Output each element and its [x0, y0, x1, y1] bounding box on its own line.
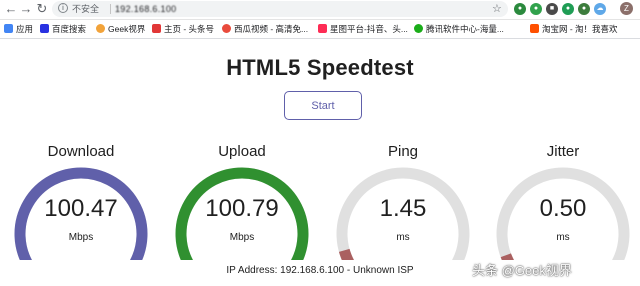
- bookmark-apps[interactable]: 应用: [4, 20, 33, 38]
- toutiao-icon: [152, 24, 161, 33]
- taobao-icon: [530, 24, 539, 33]
- gauge-label: Download: [47, 143, 115, 160]
- bookmark-label: 百度搜索: [52, 24, 87, 34]
- bookmark-label: 西瓜视频 - 高清免...: [234, 24, 309, 34]
- bookmark-label: 应用: [16, 24, 34, 34]
- gauge-unit: ms: [556, 232, 570, 243]
- xingtu-icon: [318, 24, 327, 33]
- bookmark-xigua[interactable]: 西瓜视频 - 高清免...: [222, 20, 308, 38]
- gauge-value: 0.50: [539, 195, 587, 222]
- gauge-unit: ms: [396, 232, 410, 243]
- apps-grid-icon: [4, 24, 13, 33]
- bookmark-taobao[interactable]: 淘宝网 - 淘！我喜欢: [530, 20, 618, 38]
- bookmark-star-icon[interactable]: ☆: [492, 1, 502, 17]
- bookmark-geek[interactable]: Geek视界: [96, 20, 145, 38]
- gauge-value: 100.79: [205, 195, 279, 222]
- upload-gauge: Upload 100.79 Mbps: [172, 140, 312, 260]
- bookmark-label: Geek视界: [108, 24, 146, 34]
- gauge-label: Upload: [218, 143, 266, 160]
- back-arrow-icon[interactable]: ←: [4, 1, 18, 17]
- bookmark-xingtu[interactable]: 星图平台-抖音、头...: [318, 20, 408, 38]
- geek-logo-icon: [96, 24, 105, 33]
- cloud-extension-icon[interactable]: ☁: [594, 3, 606, 15]
- browser-toolbar: ← → ↻ i 不安全 192.168.6.100 ☆ ● ● ■ ● ● ☁ …: [0, 0, 640, 20]
- reload-icon[interactable]: ↻: [35, 1, 49, 17]
- gauge-unit: Mbps: [229, 232, 255, 243]
- bookmark-tencent[interactable]: 腾讯软件中心-海量...: [414, 20, 504, 38]
- bookmark-label: 腾讯软件中心-海量...: [426, 24, 504, 34]
- watermark: 头条 @Geek视界: [472, 263, 572, 278]
- bookmark-toutiao[interactable]: 主页 - 头条号: [152, 20, 214, 38]
- address-bar[interactable]: i 不安全 192.168.6.100 ☆: [52, 1, 508, 17]
- url-text[interactable]: 192.168.6.100: [115, 1, 176, 17]
- bookmark-label: 主页 - 头条号: [164, 24, 215, 34]
- profile-avatar[interactable]: Z: [620, 2, 633, 15]
- extension-icon[interactable]: ■: [546, 3, 558, 15]
- gauge-value: 100.47: [44, 195, 118, 222]
- start-button[interactable]: Start: [284, 91, 362, 120]
- security-label[interactable]: 不安全: [72, 1, 99, 17]
- forward-arrow-icon[interactable]: →: [19, 1, 33, 17]
- tencent-icon: [414, 24, 423, 33]
- page-title: HTML5 Speedtest: [226, 55, 414, 80]
- extension-icon[interactable]: ●: [562, 3, 574, 15]
- gauge-fill: [500, 253, 514, 260]
- extension-icon[interactable]: ●: [578, 3, 590, 15]
- gauge-fill: [338, 248, 354, 260]
- baidu-paw-icon: [40, 24, 49, 33]
- download-gauge: Download 100.47 Mbps: [11, 140, 151, 260]
- jitter-gauge: Jitter 0.50 ms: [493, 140, 633, 260]
- bookmark-baidu[interactable]: 百度搜索: [40, 20, 86, 38]
- info-icon[interactable]: i: [58, 3, 68, 13]
- gauge-label: Ping: [387, 143, 419, 160]
- gauge-value: 1.45: [379, 195, 427, 222]
- extension-icon[interactable]: ●: [530, 3, 542, 15]
- bookmark-label: 星图平台-抖音、头...: [330, 24, 408, 34]
- xigua-icon: [222, 24, 231, 33]
- extension-icon[interactable]: ●: [514, 3, 526, 15]
- bookmark-label: 淘宝网 - 淘！我喜欢: [542, 24, 618, 34]
- bookmarks-bar: 应用 百度搜索 Geek视界 主页 - 头条号 西瓜视频 - 高清免... 星图…: [0, 20, 640, 39]
- gauge-unit: Mbps: [68, 232, 94, 243]
- gauge-label: Jitter: [546, 143, 580, 160]
- ping-gauge: Ping 1.45 ms: [333, 140, 473, 260]
- address-divider: [110, 4, 111, 14]
